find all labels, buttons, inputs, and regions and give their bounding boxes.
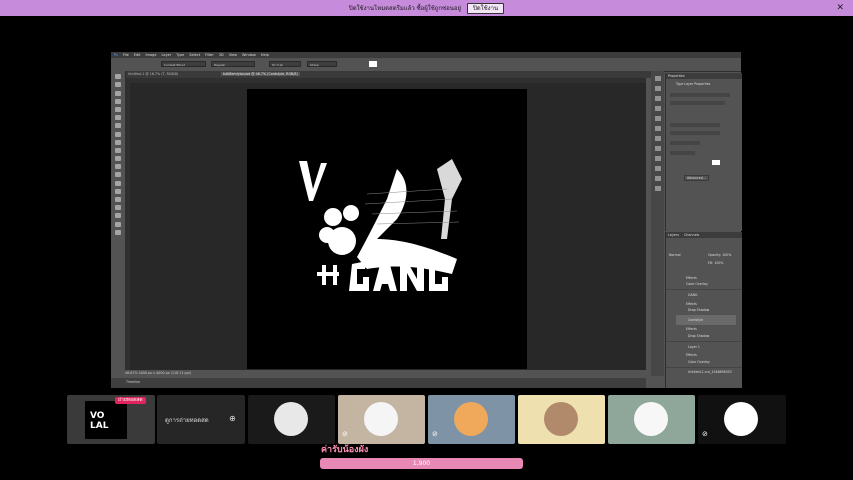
watch-live-tile[interactable]: ดูการถ่ายทอดสด ⊕	[157, 395, 245, 444]
live-thumbnail: VO LAL	[85, 401, 127, 439]
photoshop-window: Ps File Edit Image Layer Type Select Fil…	[111, 52, 742, 388]
close-icon[interactable]: ✕	[836, 3, 844, 13]
goal-progress-bar: 1,900	[320, 458, 523, 469]
tab-channels[interactable]: Channels	[684, 233, 699, 237]
layers-panel: Layers Channels Normal Opacity: 100% Fil…	[665, 232, 742, 388]
layer-effects: Effects	[686, 276, 697, 280]
disable-button[interactable]: ปิดใช้งาน	[466, 2, 505, 14]
menu-window[interactable]: Window	[242, 53, 256, 57]
banner-message: ปิดใช้งานโหมดสตรีมแล้ว ซื้อผู้ใช้ถูกซ่อน…	[348, 5, 461, 12]
menu-type[interactable]: Type	[176, 53, 184, 57]
layer-effects: Effects	[686, 302, 697, 306]
layer-drop-shadow: Drop Shadow	[688, 334, 710, 338]
watch-live-label[interactable]: ดูการถ่ายทอดสด	[165, 415, 209, 425]
document-tabs: Untitled-1 @ 16.7% (T, RGB/8) ts0t8emlyt…	[125, 71, 660, 78]
stream-mode-banner: ปิดใช้งานโหมดสตรีมแล้ว ซื้อผู้ใช้ถูกซ่อน…	[0, 0, 853, 16]
opacity-field[interactable]: Opacity: 100%	[708, 253, 731, 257]
layers-tabs: Layers Channels	[666, 232, 742, 238]
layer-effects: Effects	[686, 327, 697, 331]
avatar	[364, 402, 398, 436]
menu-select[interactable]: Select	[189, 53, 200, 57]
viewer-tile-1[interactable]	[248, 395, 335, 444]
goal-label: ค่ารับน้องผัง	[321, 445, 369, 455]
menu-filter[interactable]: Filter	[205, 53, 214, 57]
avatar	[634, 402, 668, 436]
artboard[interactable]	[247, 89, 527, 369]
menu-3d[interactable]: 3D	[219, 53, 224, 57]
properties-subtitle: Type Layer Properties	[676, 82, 711, 86]
options-bar: Cordset Blood Regular 67.3 pt Sharp	[111, 58, 741, 72]
menu-help[interactable]: Help	[261, 53, 269, 57]
mic-off-icon: ⊘	[702, 430, 708, 438]
text-color-swatch[interactable]	[369, 61, 377, 67]
tab-untitled[interactable]: Untitled-1 @ 16.7% (T, RGB/8)	[128, 72, 178, 76]
font-style-select[interactable]: Regular	[211, 61, 255, 67]
tab-active-document[interactable]: ts0t8emlytw.psd @ 46.7% (Cordstyle, RGB/…	[221, 72, 300, 76]
toolbox	[111, 71, 126, 376]
font-size-select[interactable]: 67.3 pt	[269, 61, 301, 67]
layer-color-overlay: Color Overlay	[686, 282, 708, 286]
layer-background-image[interactable]: Untitled-1.cra_1546896353	[688, 370, 732, 374]
mic-off-icon: ⊘	[432, 430, 438, 438]
live-strip: VO LAL ถ่ายทอดสด ดูการถ่ายทอดสด ⊕ ⊘ ⊘ ⊘	[67, 395, 786, 444]
layer-color-overlay: Color Overlay	[688, 360, 710, 364]
menu-ps: Ps	[114, 53, 118, 57]
live-preview-tile[interactable]: VO LAL ถ่ายทอดสด	[67, 395, 155, 444]
advanced-button[interactable]: Advanced...	[684, 175, 709, 181]
color-swatch[interactable]	[712, 160, 720, 165]
layer-gang[interactable]: GANG	[688, 293, 698, 297]
layer-effects: Effects	[686, 353, 697, 357]
gang-artwork	[299, 159, 462, 291]
font-family-select[interactable]: Cordset Blood	[161, 61, 206, 67]
canvas-area[interactable]	[130, 83, 646, 370]
antialias-select[interactable]: Sharp	[307, 61, 337, 67]
status-bar: 46.67% 4000 px x 4000 px (118.11 ppi)	[125, 370, 646, 377]
avatar	[724, 402, 758, 436]
layer-cordstyle[interactable]: Cordstyle	[688, 318, 703, 322]
avatar	[274, 402, 308, 436]
viewer-tile-2[interactable]: ⊘	[338, 395, 425, 444]
layer-1[interactable]: Layer 1	[688, 345, 700, 349]
viewer-tile-6[interactable]: ⊘	[698, 395, 786, 444]
timeline-panel[interactable]: Timeline	[111, 378, 646, 388]
avatar	[454, 402, 488, 436]
menu-edit[interactable]: Edit	[134, 53, 141, 57]
menu-file[interactable]: File	[123, 53, 129, 57]
layer-drop-shadow: Drop Shadow	[688, 308, 710, 312]
viewer-tile-5[interactable]	[608, 395, 695, 444]
menu-layer[interactable]: Layer	[161, 53, 171, 57]
fill-field[interactable]: Fill: 100%	[708, 261, 723, 265]
blend-mode-select[interactable]: Normal	[669, 253, 681, 257]
viewer-tile-3[interactable]: ⊘	[428, 395, 515, 444]
panel-dock-icons	[651, 71, 664, 376]
menu-image[interactable]: Image	[146, 53, 157, 57]
zoom-in-icon[interactable]: ⊕	[229, 414, 236, 423]
properties-panel: Properties Type Layer Properties Advance…	[665, 73, 742, 231]
mic-off-icon: ⊘	[342, 430, 348, 438]
viewer-tile-4[interactable]	[518, 395, 605, 444]
avatar	[544, 402, 578, 436]
menu-view[interactable]: View	[229, 53, 237, 57]
live-badge: ถ่ายทอดสด	[115, 397, 146, 404]
tab-layers[interactable]: Layers	[668, 233, 679, 237]
